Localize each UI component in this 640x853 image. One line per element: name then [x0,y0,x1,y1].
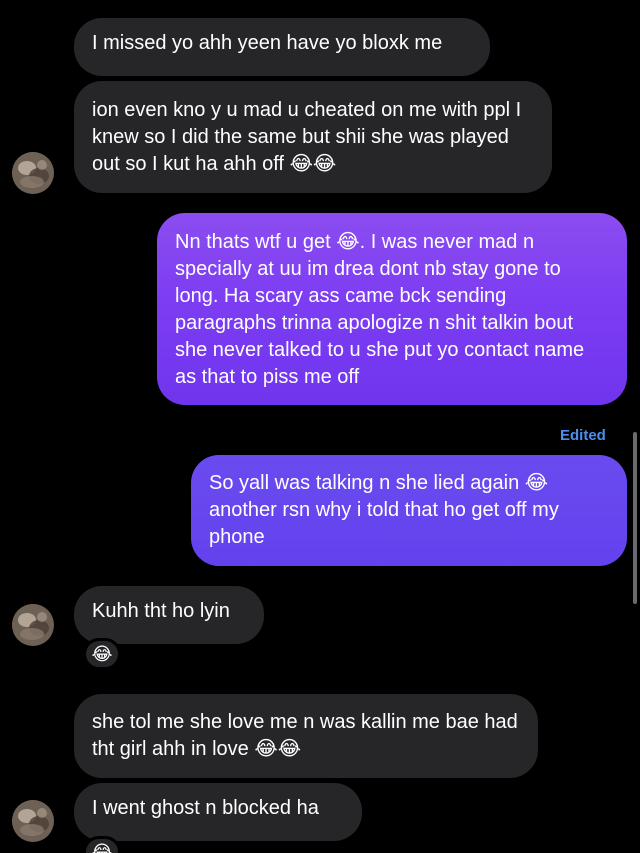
emoji: 😂 [336,231,360,253]
message-bubble-outgoing[interactable]: So yall was talking n she lied again 😂 a… [191,455,627,566]
message-text: I missed yo ahh yeen have yo bloxk me [92,32,443,54]
avatar-image-icon [12,800,54,842]
contact-avatar[interactable] [12,152,54,194]
message-text: Kuhh tht ho lyin [92,600,230,622]
laughing-emoji-icon: 😂 [91,644,113,664]
message-text: I went ghost n blocked ha [92,797,319,819]
message-text-part: Nn thats wtf u get [175,231,331,253]
message-bubble-outgoing[interactable]: Nn thats wtf u get 😂. I was never mad n … [157,213,627,405]
message-bubble-incoming[interactable]: Kuhh tht ho lyin [74,586,264,644]
message-text: she tol me she love me n was kallin me b… [92,711,518,760]
scrollbar[interactable] [633,432,637,604]
message-text-part: another rsn why i told that ho get off m… [209,499,559,548]
contact-avatar[interactable] [12,604,54,646]
emoji-suffix: 😂😂 [289,153,337,175]
contact-avatar[interactable] [12,800,54,842]
message-bubble-incoming[interactable]: she tol me she love me n was kallin me b… [74,694,538,778]
message-bubble-incoming[interactable]: I missed yo ahh yeen have yo bloxk me [74,18,490,76]
message-reaction[interactable]: 😂 [83,638,121,670]
emoji-suffix: 😂😂 [254,738,302,760]
message-text-part: . I was never mad n specially at uu im d… [175,231,585,388]
avatar-image-icon [12,604,54,646]
emoji: 😂 [524,472,549,494]
avatar-image-icon [12,152,54,194]
chat-thread: I missed yo ahh yeen have yo bloxk me io… [0,0,640,853]
message-bubble-incoming[interactable]: I went ghost n blocked ha [74,783,362,841]
laughing-emoji-icon: 😂 [91,842,113,853]
edited-label: Edited [560,427,606,444]
message-text-part: So yall was talking n she lied again [209,472,520,494]
message-bubble-incoming[interactable]: ion even kno y u mad u cheated on me wit… [74,81,552,193]
